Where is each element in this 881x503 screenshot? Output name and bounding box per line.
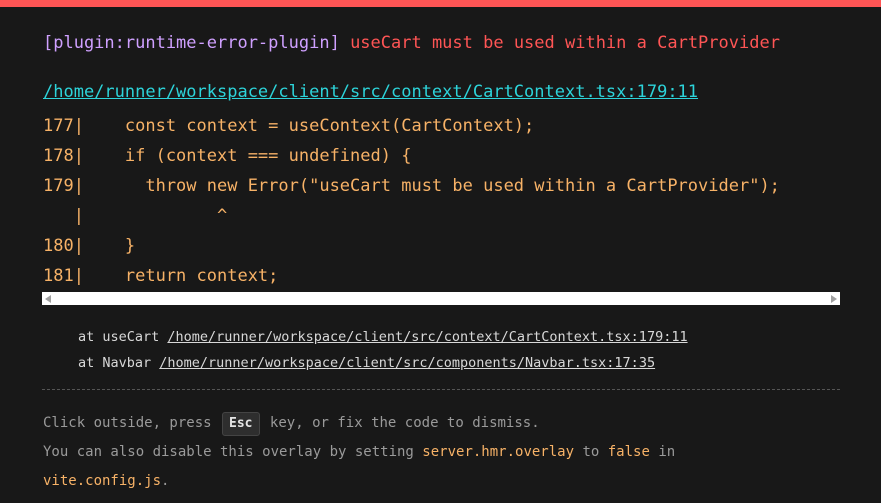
tip-line-1: Click outside, press Esc key, or fix the… — [43, 410, 675, 439]
tip-text: Click outside, press — [43, 415, 221, 431]
stack-frame: at Navbar /home/runner/workspace/client/… — [78, 353, 688, 379]
stack-frame: at useCart /home/runner/workspace/client… — [78, 327, 688, 353]
tip-text: . — [161, 473, 170, 489]
dismiss-tip: Click outside, press Esc key, or fix the… — [43, 410, 675, 497]
stack-frame-function: at useCart — [78, 329, 168, 345]
divider — [42, 389, 840, 390]
code-line: 180| } — [43, 236, 136, 256]
code-line: 178| if (context === undefined) { — [43, 146, 412, 166]
tip-line-2: You can also disable this overlay by set… — [43, 439, 675, 468]
setting-value: false — [607, 444, 650, 460]
stack-frame-link[interactable]: /home/runner/workspace/client/src/contex… — [167, 329, 687, 345]
tip-text: to — [574, 444, 608, 460]
esc-key: Esc — [222, 412, 260, 436]
tip-line-3: vite.config.js. — [43, 468, 675, 497]
error-top-bar — [0, 0, 881, 7]
plugin-name: [plugin:runtime-error-plugin] — [43, 33, 340, 53]
tip-text: You can also disable this overlay by set… — [43, 444, 423, 460]
error-file-link[interactable]: /home/runner/workspace/client/src/contex… — [43, 82, 698, 102]
error-message: [plugin:runtime-error-plugin] useCart mu… — [43, 33, 780, 53]
error-overlay: [plugin:runtime-error-plugin] useCart mu… — [0, 7, 881, 503]
code-frame: 177| const context = useContext(CartCont… — [43, 111, 840, 291]
tip-text: in — [649, 444, 676, 460]
code-horizontal-scrollbar[interactable] — [42, 292, 840, 305]
scroll-right-arrow-icon[interactable] — [831, 295, 837, 303]
stack-trace: at useCart /home/runner/workspace/client… — [78, 327, 688, 379]
hmr-setting: server.hmr.overlay — [422, 444, 575, 460]
code-line: 177| const context = useContext(CartCont… — [43, 116, 535, 136]
code-line: 181| return context; — [43, 266, 279, 286]
stack-frame-link[interactable]: /home/runner/workspace/client/src/compon… — [159, 355, 655, 371]
config-file: vite.config.js — [43, 473, 162, 489]
tip-text: key, or fix the code to dismiss. — [261, 415, 540, 431]
scroll-left-arrow-icon[interactable] — [45, 295, 51, 303]
code-line: 179| throw new Error("useCart must be us… — [43, 176, 780, 196]
stack-frame-function: at Navbar — [78, 355, 160, 371]
error-text: useCart must be used within a CartProvid… — [350, 33, 780, 53]
code-line-caret: | ^ — [43, 206, 228, 226]
